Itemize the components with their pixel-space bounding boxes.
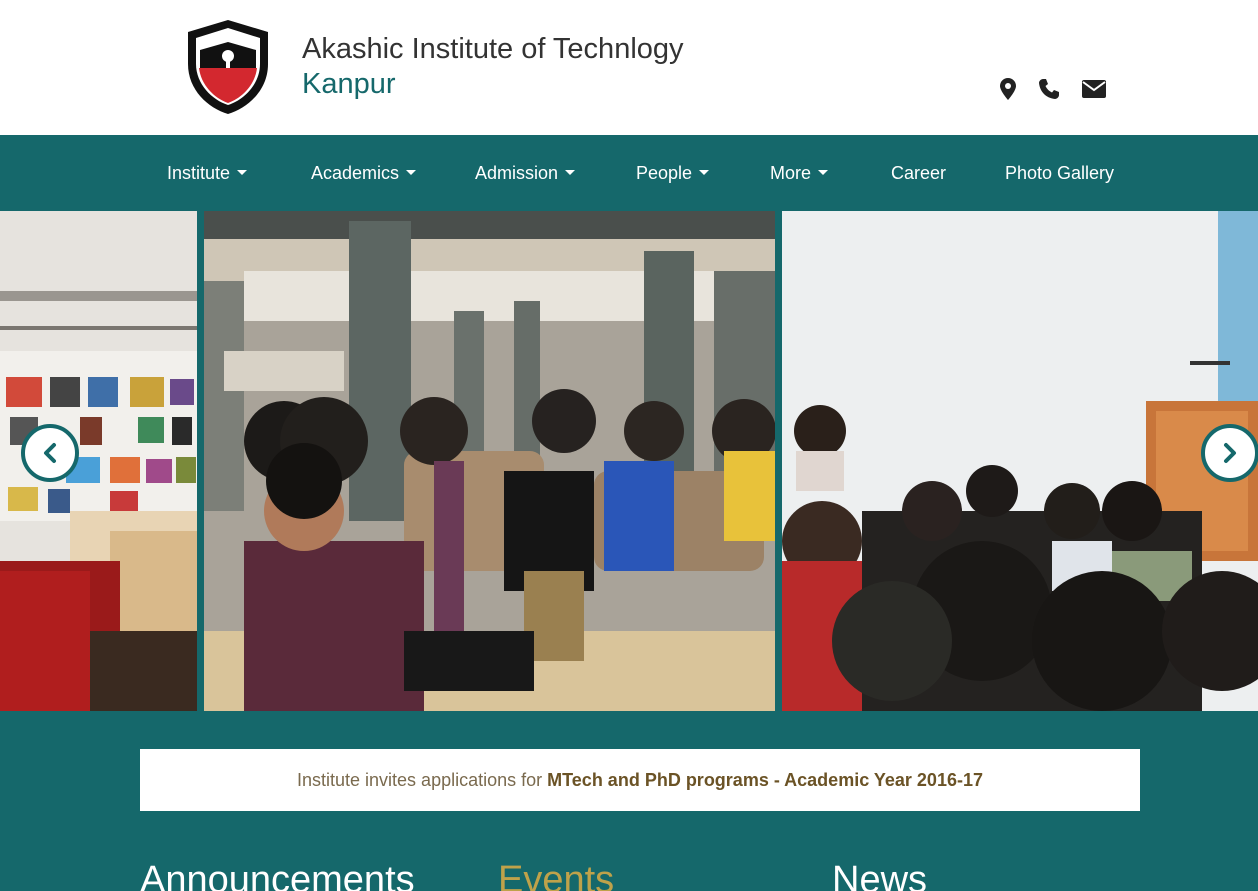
nav-item-label: Photo Gallery: [1005, 163, 1115, 183]
tab-news[interactable]: News: [832, 859, 927, 891]
nav-item-label: Admission: [475, 163, 559, 183]
contact-icons: [1000, 78, 1122, 100]
carousel-slide-lecture: [782, 211, 1258, 711]
caret-down-icon: [699, 169, 710, 175]
nav-item-people[interactable]: People: [636, 163, 710, 184]
notice-banner[interactable]: Institute invites applications for MTech…: [140, 749, 1140, 811]
tab-events[interactable]: Events: [498, 859, 614, 891]
carousel-prev-button[interactable]: [21, 424, 79, 482]
phone-icon[interactable]: [1038, 78, 1060, 100]
nav-item-institute[interactable]: Institute: [167, 163, 248, 184]
nav-item-label: Academics: [311, 163, 400, 183]
tab-announcements[interactable]: Announcements: [140, 859, 415, 891]
map-marker-icon[interactable]: [1000, 78, 1016, 100]
notice-prefix: Institute invites applications for: [297, 769, 543, 790]
site-subtitle: Kanpur: [302, 68, 396, 100]
nav-item-academics[interactable]: Academics: [311, 163, 417, 184]
institute-logo[interactable]: [186, 18, 270, 116]
chevron-left-icon: [44, 443, 56, 463]
site-header: Akashic Institute of Technlogy Kanpur: [0, 0, 1258, 135]
main-nav: Institute Academics Admission People Mor…: [0, 135, 1258, 211]
site-title[interactable]: Akashic Institute of Technlogy: [302, 33, 684, 66]
nav-item-career[interactable]: Career: [891, 163, 946, 184]
chevron-right-icon: [1224, 443, 1236, 463]
home-content: Institute invites applications for MTech…: [0, 711, 1258, 891]
carousel-next-button[interactable]: [1201, 424, 1258, 482]
nav-item-label: People: [636, 163, 693, 183]
caret-down-icon: [406, 169, 417, 175]
nav-item-label: Career: [891, 163, 947, 183]
nav-item-admission[interactable]: Admission: [475, 163, 576, 184]
nav-item-label: More: [770, 163, 812, 183]
image-carousel[interactable]: [0, 211, 1258, 711]
nav-item-more[interactable]: More: [770, 163, 829, 184]
carousel-slide-audience: [204, 211, 775, 711]
caret-down-icon: [818, 169, 829, 175]
nav-item-label: Institute: [167, 163, 231, 183]
caret-down-icon: [565, 169, 576, 175]
envelope-icon[interactable]: [1082, 80, 1106, 98]
nav-item-photo-gallery[interactable]: Photo Gallery: [1005, 163, 1114, 184]
caret-down-icon: [237, 169, 248, 175]
notice-highlight-link[interactable]: MTech and PhD programs - Academic Year 2…: [547, 770, 983, 791]
